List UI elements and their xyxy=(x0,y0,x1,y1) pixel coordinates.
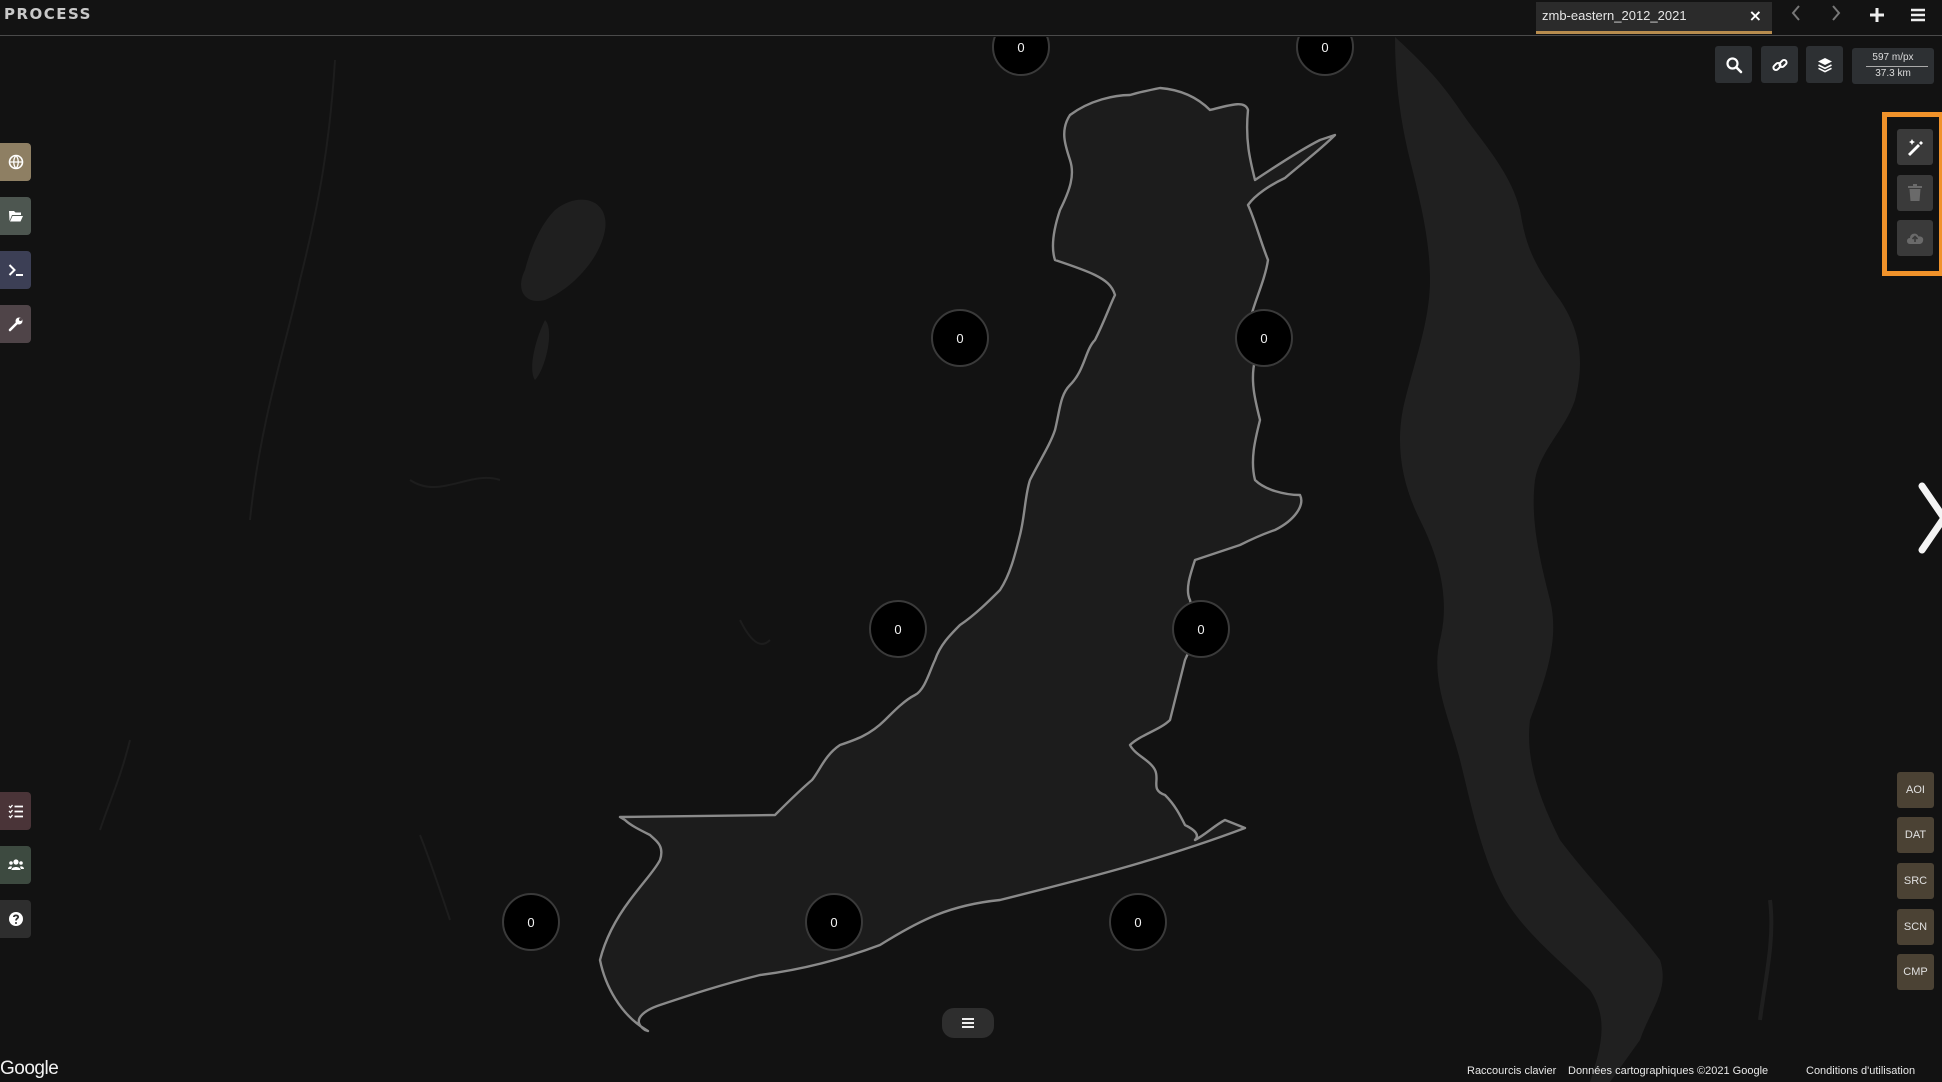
trash-icon xyxy=(1908,184,1922,201)
search-icon xyxy=(1725,56,1742,73)
cluster-i[interactable]: 0 xyxy=(1109,893,1167,951)
cluster-count: 0 xyxy=(527,915,534,930)
cloud-upload-icon xyxy=(1907,233,1924,244)
draw-polygon-button[interactable] xyxy=(1897,129,1933,165)
link-button[interactable] xyxy=(1761,46,1798,83)
layers-icon xyxy=(1817,57,1832,72)
users-icon xyxy=(7,859,24,870)
cluster-count: 0 xyxy=(830,915,837,930)
chevron-right-icon[interactable] xyxy=(1918,480,1942,560)
map-background xyxy=(0,37,1942,1082)
layer-button-cmp[interactable]: CMP xyxy=(1897,954,1934,990)
top-bar: PROCESS zmb-eastern_2012_2021 × xyxy=(0,0,1942,36)
chevron-right-icon[interactable] xyxy=(1829,3,1843,28)
tab-zmb-eastern[interactable]: zmb-eastern_2012_2021 × xyxy=(1536,2,1772,34)
sidebar-tasks-button[interactable] xyxy=(0,792,31,830)
map-data-attribution[interactable]: Données cartographiques ©2021 Google xyxy=(1568,1065,1768,1077)
google-logo: Google xyxy=(0,1058,59,1079)
tasks-list-icon xyxy=(8,804,23,819)
sidebar-wrench-button[interactable] xyxy=(0,305,31,343)
sidebar-globe-button[interactable] xyxy=(0,143,31,181)
hamburger-icon[interactable] xyxy=(1909,5,1927,29)
cluster-count: 0 xyxy=(1260,331,1267,346)
cluster-count: 0 xyxy=(1197,622,1204,637)
layer-button-scn[interactable]: SCN xyxy=(1897,909,1934,945)
cluster-count: 0 xyxy=(1017,40,1024,55)
tab-close-button[interactable]: × xyxy=(1749,6,1762,25)
chevron-left-icon[interactable] xyxy=(1789,3,1803,28)
layers-button[interactable] xyxy=(1806,46,1843,83)
map-canvas[interactable]: 0 0 0 0 0 0 0 0 0 xyxy=(0,37,1942,1082)
help-icon xyxy=(8,912,23,926)
scale-bar xyxy=(1866,66,1928,67)
cluster-count: 0 xyxy=(894,622,901,637)
cluster-count: 0 xyxy=(1321,40,1328,55)
link-icon xyxy=(1771,58,1788,71)
delete-button[interactable] xyxy=(1897,175,1933,211)
search-button[interactable] xyxy=(1715,46,1752,83)
terms-of-use-link[interactable]: Conditions d'utilisation xyxy=(1806,1065,1915,1077)
terminal-icon xyxy=(8,264,23,276)
cluster-h[interactable]: 0 xyxy=(805,893,863,951)
cluster-e[interactable]: 0 xyxy=(869,600,927,658)
sidebar-terminal-button[interactable] xyxy=(0,251,31,289)
layer-button-dat[interactable]: DAT xyxy=(1897,817,1934,853)
cluster-f[interactable]: 0 xyxy=(1172,600,1230,658)
tab-label: zmb-eastern_2012_2021 xyxy=(1542,8,1687,23)
scale-resolution: 597 m/px xyxy=(1872,52,1914,63)
wrench-icon xyxy=(8,317,22,332)
sidebar-users-button[interactable] xyxy=(0,846,31,884)
scale-distance: 37.3 km xyxy=(1875,68,1911,79)
layer-button-src[interactable]: SRC xyxy=(1897,863,1934,899)
cluster-count: 0 xyxy=(1134,915,1141,930)
upload-button[interactable] xyxy=(1897,220,1933,256)
draw-polygon-icon xyxy=(1908,139,1923,156)
sidebar-help-button[interactable] xyxy=(0,900,31,938)
sidebar-folder-button[interactable] xyxy=(0,197,31,235)
cluster-g[interactable]: 0 xyxy=(502,893,560,951)
folder-open-icon xyxy=(8,211,23,222)
layer-button-aoi[interactable]: AOI xyxy=(1897,772,1934,808)
cluster-count: 0 xyxy=(956,331,963,346)
plus-icon[interactable] xyxy=(1868,5,1886,29)
globe-icon xyxy=(8,154,23,170)
hamburger-icon xyxy=(962,1018,974,1028)
cluster-d[interactable]: 0 xyxy=(1235,309,1293,367)
keyboard-shortcuts-link[interactable]: Raccourcis clavier xyxy=(1467,1065,1556,1077)
app-title: PROCESS xyxy=(4,5,92,23)
bottom-menu-button[interactable] xyxy=(942,1008,994,1038)
scale-indicator: 597 m/px 37.3 km xyxy=(1852,48,1934,84)
cluster-c[interactable]: 0 xyxy=(931,309,989,367)
